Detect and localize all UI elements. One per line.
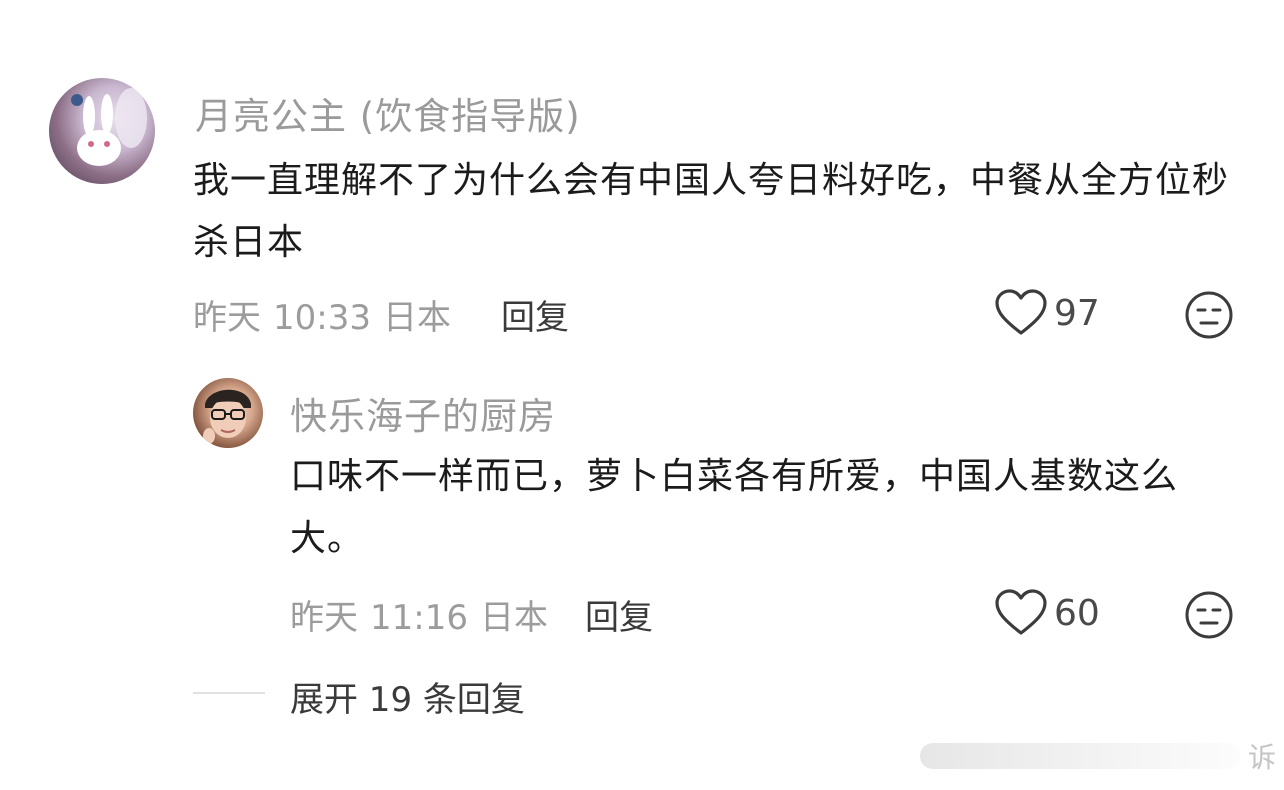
comment-date: 昨天	[193, 298, 261, 338]
bunny-anime-avatar-icon	[71, 88, 147, 166]
expand-divider	[193, 692, 265, 694]
like-button[interactable]: 97	[994, 288, 1100, 338]
reply-to-reply-button[interactable]: 回复	[585, 590, 653, 639]
reply-time: 11:16	[370, 598, 468, 638]
watermark: 诉	[919, 736, 1276, 776]
comment-meta: 昨天 10:33 日本	[193, 290, 451, 339]
commenter-avatar[interactable]	[49, 78, 155, 184]
replier-username[interactable]: 快乐海子的厨房	[290, 386, 556, 440]
expand-replies-button[interactable]: 展开 19 条回复	[290, 672, 525, 721]
comment-time: 10:33	[273, 298, 371, 338]
reply-location: 日本	[479, 598, 548, 638]
neutral-face-icon	[1185, 291, 1233, 339]
commenter-username[interactable]: 月亮公主 (饮食指导版)	[195, 86, 581, 140]
reply-date: 昨天	[290, 598, 358, 638]
watermark-text: 诉	[1247, 741, 1276, 774]
comment-text: 我一直理解不了为什么会有中国人夸日料好吃，中餐从全方位秒杀日本	[193, 160, 1230, 263]
dislike-button[interactable]	[1184, 290, 1234, 340]
like-count: 97	[1054, 292, 1100, 334]
comment-thread: 月亮公主 (饮食指导版) 我一直理解不了为什么会有中国人夸日料好吃，中餐从全方位…	[0, 0, 1284, 790]
reply-meta: 昨天 11:16 日本	[290, 590, 548, 639]
reply-dislike-button[interactable]	[1184, 590, 1234, 640]
reply-like-button[interactable]: 60	[994, 588, 1100, 638]
neutral-face-icon	[1185, 591, 1233, 639]
replier-avatar[interactable]	[193, 378, 263, 448]
reply-button[interactable]: 回复	[501, 290, 569, 339]
person-glasses-avatar-icon	[203, 389, 251, 444]
reply-like-count: 60	[1054, 592, 1100, 634]
reply-text: 口味不一样而已，萝卜白菜各有所爱，中国人基数这么大。	[290, 456, 1179, 559]
watermark-blur	[919, 743, 1240, 769]
heart-outline-icon	[995, 589, 1047, 635]
heart-outline-icon	[995, 289, 1047, 335]
comment-location: 日本	[382, 298, 451, 338]
